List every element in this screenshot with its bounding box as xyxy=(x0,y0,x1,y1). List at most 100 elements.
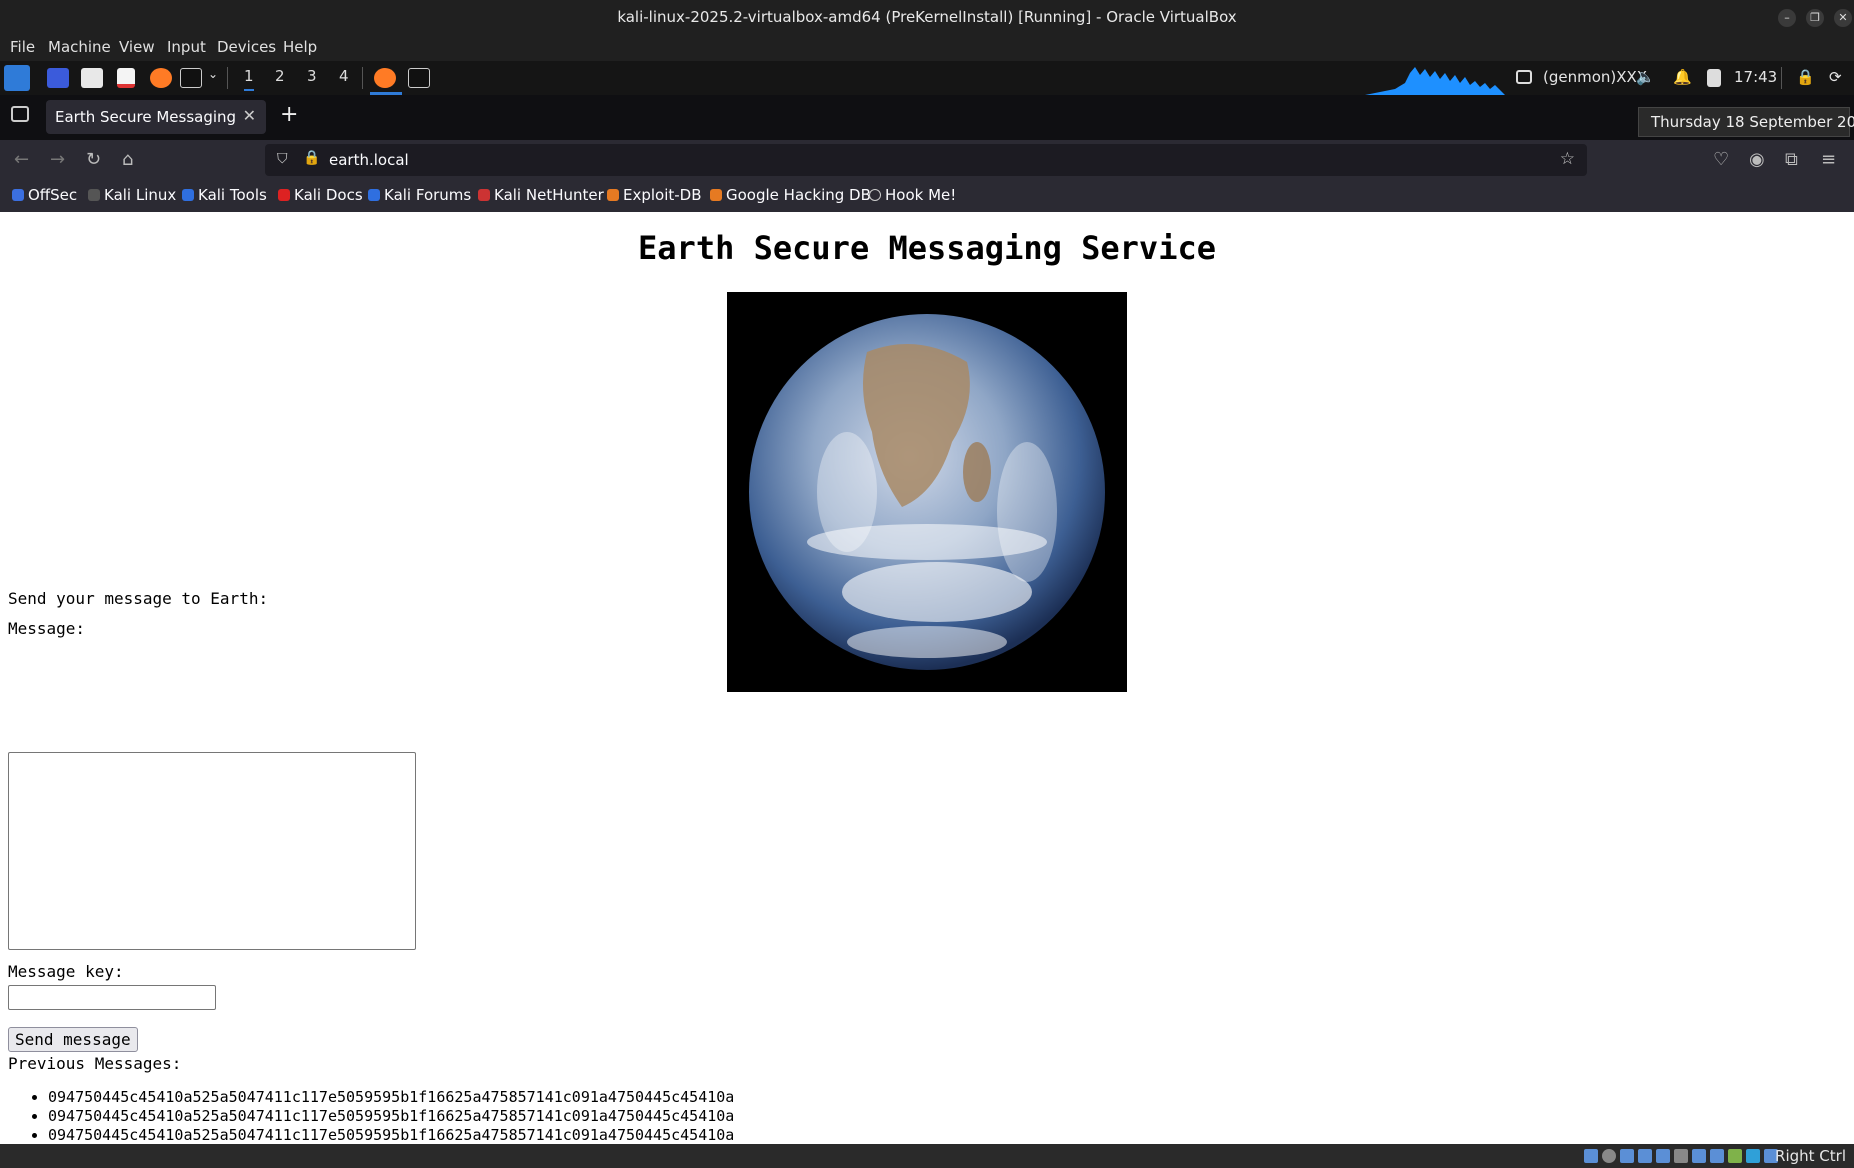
menu-machine[interactable]: Machine xyxy=(48,38,111,56)
bookmark-label: Kali Linux xyxy=(104,186,177,204)
workspace-1[interactable]: 1 xyxy=(244,67,254,91)
panel-separator xyxy=(1781,67,1782,89)
file-manager-icon[interactable] xyxy=(81,68,103,88)
host-key-label: Right Ctrl xyxy=(1775,1147,1846,1165)
window-titlebar: kali-linux-2025.2-virtualbox-amd64 (PreK… xyxy=(0,0,1854,35)
bookmark-kali-tools[interactable]: Kali Tools xyxy=(182,186,267,204)
panel-separator xyxy=(227,67,228,89)
menu-help[interactable]: Help xyxy=(283,38,317,56)
bookmark-label: Kali Tools xyxy=(198,186,267,204)
menu-file[interactable]: File xyxy=(10,38,35,56)
chevron-down-icon[interactable]: ⌄ xyxy=(208,67,218,81)
tab-title: Earth Secure Messaging xyxy=(55,108,237,126)
bookmarks-toolbar: OffSec Kali Linux Kali Tools Kali Docs K… xyxy=(0,180,1854,212)
bookmark-label: Google Hacking DB xyxy=(726,186,871,204)
cpu-status-icon[interactable] xyxy=(1728,1149,1742,1163)
tab-list-icon[interactable] xyxy=(11,106,29,122)
browser-tabstrip: Earth Secure Messaging ✕ + Thursday 18 S… xyxy=(0,95,1854,140)
bookmark-exploit-db[interactable]: Exploit-DB xyxy=(607,186,702,204)
bookmark-kali-linux[interactable]: Kali Linux xyxy=(88,186,176,204)
display-icon[interactable] xyxy=(1516,70,1532,84)
send-prompt: Send your message to Earth: xyxy=(8,589,269,608)
notification-bell-icon[interactable]: 🔔 xyxy=(1673,68,1692,86)
close-icon[interactable]: ✕ xyxy=(1834,9,1852,27)
message-textarea[interactable] xyxy=(8,752,416,950)
clipboard-icon[interactable] xyxy=(1707,69,1721,87)
display-status-icon[interactable] xyxy=(1692,1149,1706,1163)
back-icon[interactable]: ← xyxy=(14,149,29,170)
panel-separator xyxy=(362,67,363,89)
terminal-window-icon[interactable] xyxy=(408,68,430,88)
firefox-launcher-icon[interactable] xyxy=(150,68,172,88)
workspace-4[interactable]: 4 xyxy=(339,67,349,85)
kali-dragon-icon xyxy=(88,189,100,201)
genmon-text: (genmon)XXX xyxy=(1543,68,1648,86)
bookmark-kali-docs[interactable]: Kali Docs xyxy=(278,186,363,204)
minimize-icon[interactable]: – xyxy=(1778,9,1796,27)
account-icon[interactable]: ◉ xyxy=(1749,149,1765,170)
url-bar[interactable]: ⛉ 🔒 earth.local ☆ xyxy=(265,144,1587,176)
desktop-panel: ⌄ 1 2 3 4 (genmon)XXX 🔈 🔔 17:43 🔒 ⟳ xyxy=(0,61,1854,95)
volume-icon[interactable]: 🔈 xyxy=(1636,68,1655,86)
shared-folders-icon[interactable] xyxy=(1674,1149,1688,1163)
browser-tab[interactable]: Earth Secure Messaging ✕ xyxy=(46,100,266,134)
menu-view[interactable]: View xyxy=(119,38,155,56)
kali-forums-icon xyxy=(368,189,380,201)
vbox-statusbar: Right Ctrl xyxy=(0,1144,1854,1168)
workspace-2[interactable]: 2 xyxy=(275,67,285,85)
web-page: Earth Secure Messaging Service Send your… xyxy=(0,212,1854,1144)
ghdb-icon xyxy=(710,189,722,201)
logout-icon[interactable]: ⟳ xyxy=(1829,68,1842,86)
window-title: kali-linux-2025.2-virtualbox-amd64 (PreK… xyxy=(617,8,1237,26)
recording-icon[interactable] xyxy=(1710,1149,1724,1163)
tab-close-icon[interactable]: ✕ xyxy=(243,106,256,125)
menu-devices[interactable]: Devices xyxy=(217,38,276,56)
usb-icon[interactable] xyxy=(1656,1149,1670,1163)
firefox-window-icon[interactable] xyxy=(374,68,396,88)
vbox-menubar: File Machine View Input Devices Help xyxy=(0,35,1854,61)
menu-input[interactable]: Input xyxy=(167,38,206,56)
lock-page-icon[interactable]: 🔒 xyxy=(303,150,320,166)
workspace-3[interactable]: 3 xyxy=(307,67,317,85)
new-tab-icon[interactable]: + xyxy=(280,102,298,127)
kali-menu-icon[interactable] xyxy=(4,65,30,91)
lock-icon[interactable]: 🔒 xyxy=(1796,68,1815,86)
home-icon[interactable]: ⌂ xyxy=(122,149,133,170)
text-editor-icon[interactable] xyxy=(117,68,135,88)
mouse-integration-icon[interactable] xyxy=(1746,1149,1760,1163)
bookmark-hook-me[interactable]: Hook Me! xyxy=(869,186,956,204)
bookmark-star-icon[interactable]: ☆ xyxy=(1560,149,1575,169)
audio-icon[interactable] xyxy=(1620,1149,1634,1163)
network-icon[interactable] xyxy=(1638,1149,1652,1163)
offsec-icon xyxy=(12,189,24,201)
show-desktop-icon[interactable] xyxy=(47,68,69,88)
previous-messages-label: Previous Messages: xyxy=(8,1054,182,1073)
bookmark-label: Kali NetHunter xyxy=(494,186,604,204)
bookmark-offsec[interactable]: OffSec xyxy=(12,186,77,204)
cpu-graph xyxy=(1365,67,1505,95)
earth-image xyxy=(727,292,1127,692)
browser-navbar: ← → ↻ ⌂ ⛉ 🔒 earth.local ☆ ♡ ◉ ⧉ ≡ xyxy=(0,140,1854,180)
message-item: 094750445c45410a525a5047411c117e5059595b… xyxy=(48,1088,734,1107)
optical-drive-icon[interactable] xyxy=(1602,1149,1616,1163)
pocket-icon[interactable]: ♡ xyxy=(1713,149,1729,170)
message-item: 094750445c45410a525a5047411c117e5059595b… xyxy=(48,1107,734,1126)
globe-icon xyxy=(869,189,881,201)
extensions-icon[interactable]: ⧉ xyxy=(1785,149,1798,170)
panel-clock[interactable]: 17:43 xyxy=(1734,68,1777,86)
hamburger-menu-icon[interactable]: ≡ xyxy=(1821,149,1836,170)
shield-icon[interactable]: ⛉ xyxy=(277,151,288,167)
url-text[interactable]: earth.local xyxy=(329,151,409,169)
hard-disk-icon[interactable] xyxy=(1584,1149,1598,1163)
key-label: Message key: xyxy=(8,962,124,981)
restore-icon[interactable]: ❐ xyxy=(1806,9,1824,27)
bookmark-google-hacking-db[interactable]: Google Hacking DB xyxy=(710,186,871,204)
message-item: 094750445c45410a525a5047411c117e5059595b… xyxy=(48,1126,734,1144)
message-key-input[interactable] xyxy=(8,985,216,1010)
terminal-launcher-icon[interactable] xyxy=(180,68,202,88)
send-message-button[interactable]: Send message xyxy=(8,1027,138,1052)
bookmark-kali-nethunter[interactable]: Kali NetHunter xyxy=(478,186,604,204)
reload-icon[interactable]: ↻ xyxy=(86,149,101,170)
bookmark-kali-forums[interactable]: Kali Forums xyxy=(368,186,471,204)
forward-icon[interactable]: → xyxy=(50,149,65,170)
